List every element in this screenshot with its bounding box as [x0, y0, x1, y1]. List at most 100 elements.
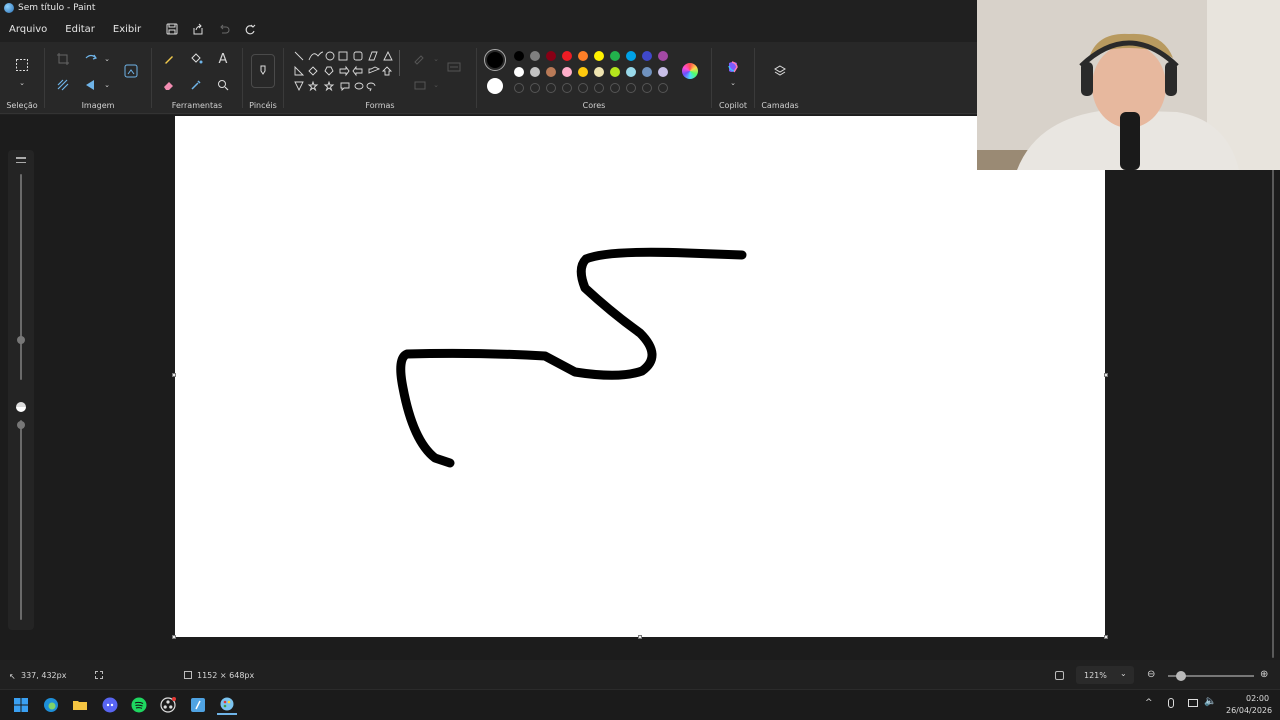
brush-size-slider-thumb[interactable]: [17, 336, 25, 344]
shapes-gallery[interactable]: [291, 48, 403, 98]
group-selection: ⌄ Seleção: [0, 42, 44, 114]
color-swatch[interactable]: [530, 67, 540, 77]
color-swatch[interactable]: [546, 51, 556, 61]
text-icon[interactable]: A: [212, 48, 234, 70]
show-hidden-icons[interactable]: ^: [1145, 698, 1153, 708]
edit-colors-icon[interactable]: [682, 63, 698, 79]
save-icon[interactable]: [159, 19, 185, 39]
group-brushes: Pincéis: [244, 42, 282, 114]
magnifier-icon[interactable]: [212, 74, 234, 96]
crop-icon[interactable]: [52, 48, 74, 70]
secondary-color-swatch[interactable]: [487, 78, 503, 94]
menu-exibir[interactable]: Exibir: [105, 24, 149, 35]
discord-icon[interactable]: [100, 695, 120, 715]
windows-start-icon[interactable]: [11, 695, 31, 715]
fill-bucket-icon[interactable]: [185, 48, 207, 70]
custom-color-slot[interactable]: [578, 83, 588, 93]
chevron-down-icon[interactable]: ⌄: [96, 48, 118, 70]
color-swatch[interactable]: [530, 51, 540, 61]
zoom-slider-thumb[interactable]: [1176, 671, 1186, 681]
network-icon[interactable]: [1188, 699, 1198, 707]
color-swatch[interactable]: [562, 51, 572, 61]
vertical-scrollbar[interactable]: [1271, 118, 1275, 658]
image-generator-icon[interactable]: [120, 60, 142, 82]
color-swatch[interactable]: [562, 67, 572, 77]
color-swatch[interactable]: [658, 67, 668, 77]
layers-icon[interactable]: [769, 60, 791, 82]
edge-browser-icon[interactable]: [41, 695, 61, 715]
app-icon[interactable]: [188, 695, 208, 715]
color-swatch[interactable]: [610, 67, 620, 77]
color-swatch[interactable]: [594, 67, 604, 77]
shapes-scrollbar[interactable]: [399, 50, 400, 76]
color-swatch[interactable]: [626, 67, 636, 77]
zoom-out-icon[interactable]: ⊖: [1147, 669, 1155, 680]
group-colors: Cores: [478, 42, 710, 114]
color-swatch[interactable]: [578, 67, 588, 77]
color-picker-icon[interactable]: [185, 74, 207, 96]
primary-color-swatch[interactable]: [484, 49, 506, 71]
custom-color-slot[interactable]: [594, 83, 604, 93]
windows-taskbar: ^ 🔈 02:00 26/04/2026: [0, 689, 1280, 720]
chevron-down-icon[interactable]: ⌄: [96, 74, 118, 96]
divider: [711, 48, 712, 108]
shape-size-icon[interactable]: [443, 56, 465, 78]
pencil-icon[interactable]: [158, 48, 180, 70]
custom-color-slot[interactable]: [562, 83, 572, 93]
brush-icon[interactable]: [251, 54, 275, 88]
eraser-icon[interactable]: [158, 74, 180, 96]
menu-editar[interactable]: Editar: [57, 24, 103, 35]
custom-color-slot[interactable]: [514, 83, 524, 93]
color-swatch[interactable]: [610, 51, 620, 61]
fit-to-window-icon[interactable]: [1055, 671, 1064, 680]
window-title: Sem título - Paint: [18, 3, 96, 13]
undo-icon[interactable]: [211, 19, 237, 39]
group-label-brushes: Pincéis: [249, 101, 277, 110]
custom-color-slot[interactable]: [546, 83, 556, 93]
background-removal-icon[interactable]: [52, 74, 74, 96]
color-swatch[interactable]: [514, 67, 524, 77]
color-swatch[interactable]: [546, 67, 556, 77]
spotify-icon[interactable]: [129, 695, 149, 715]
microphone-icon[interactable]: [1168, 698, 1174, 708]
zoom-in-icon[interactable]: ⊕: [1260, 669, 1268, 680]
group-label-copilot: Copilot: [718, 101, 748, 110]
color-swatch[interactable]: [578, 51, 588, 61]
custom-color-slot[interactable]: [626, 83, 636, 93]
color-swatch[interactable]: [514, 51, 524, 61]
drawing-canvas[interactable]: [175, 116, 1105, 637]
clock-time[interactable]: 02:00: [1246, 694, 1269, 703]
resize-handle-right[interactable]: [1104, 373, 1108, 377]
redo-icon[interactable]: [237, 19, 263, 39]
share-icon[interactable]: [185, 19, 211, 39]
resize-handle-left[interactable]: [172, 373, 176, 377]
scrollbar-thumb[interactable]: [1272, 118, 1274, 658]
group-label-selection: Seleção: [6, 101, 38, 110]
custom-color-slot[interactable]: [610, 83, 620, 93]
resize-handle-bottom[interactable]: [638, 635, 642, 639]
opacity-slider-thumb[interactable]: [17, 421, 25, 429]
volume-icon[interactable]: 🔈: [1204, 696, 1216, 707]
brush-size-slider[interactable]: [20, 174, 22, 380]
color-swatch[interactable]: [626, 51, 636, 61]
opacity-slider[interactable]: [20, 420, 22, 620]
custom-color-slot[interactable]: [658, 83, 668, 93]
color-swatch[interactable]: [658, 51, 668, 61]
file-explorer-icon[interactable]: [70, 695, 90, 715]
chevron-down-icon[interactable]: ⌄: [11, 72, 33, 94]
color-swatch[interactable]: [642, 51, 652, 61]
custom-color-slot[interactable]: [642, 83, 652, 93]
color-swatch[interactable]: [594, 51, 604, 61]
color-swatch[interactable]: [642, 67, 652, 77]
canvas-size: 1152 × 648px: [197, 671, 255, 680]
cursor-position: 337, 432px: [21, 671, 67, 680]
zoom-select[interactable]: 121% ⌄: [1076, 666, 1134, 684]
custom-color-slot[interactable]: [530, 83, 540, 93]
paint-taskbar-icon[interactable]: [217, 695, 237, 715]
resize-handle-bottom-left[interactable]: [172, 635, 176, 639]
obs-studio-icon[interactable]: [158, 695, 178, 715]
clock-date[interactable]: 26/04/2026: [1226, 706, 1272, 715]
menu-arquivo[interactable]: Arquivo: [0, 24, 55, 35]
chevron-down-icon[interactable]: ⌄: [722, 72, 744, 94]
resize-handle-bottom-right[interactable]: [1104, 635, 1108, 639]
